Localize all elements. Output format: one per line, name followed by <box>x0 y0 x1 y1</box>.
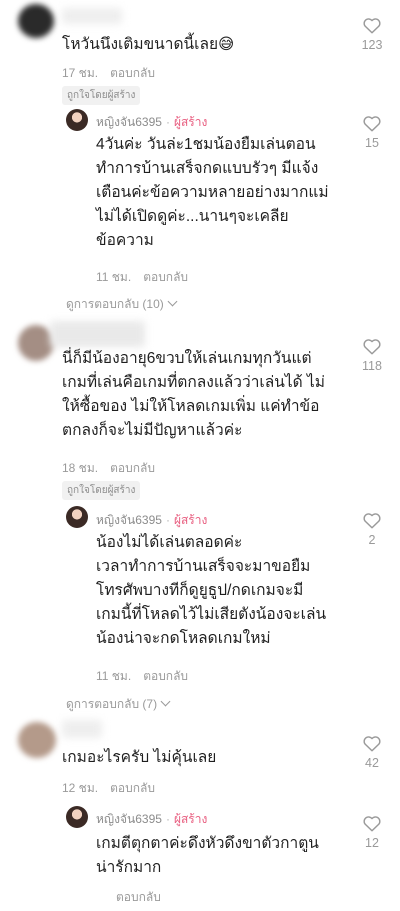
like-count: 15 <box>365 136 379 150</box>
comment-meta: 18 ชม. ตอบกลับ <box>62 459 155 478</box>
reply-text: เกมตีตุกตาค่ะดึงหัวดึงขาตัวกาตูน น่ารักม… <box>96 835 319 876</box>
reply-meta: 11 ชม. ตอบกลับ <box>96 268 188 287</box>
reply-button[interactable]: ตอบกลับ <box>143 669 188 683</box>
separator: · <box>165 812 170 826</box>
timestamp: 11 ชม. <box>96 669 132 683</box>
view-replies-button[interactable]: ดูการตอบกลับ (7) <box>66 695 171 714</box>
avatar[interactable] <box>18 325 54 361</box>
username-blurred <box>50 321 145 347</box>
heart-icon[interactable] <box>362 16 382 34</box>
timestamp: 11 ชม. <box>96 270 132 284</box>
liked-by-creator-badge: ถูกใจโดยผู้สร้าง <box>62 86 141 105</box>
reply-button[interactable]: ตอบกลับ <box>116 890 161 904</box>
comment-3: เกมอะไรครับ ไม่คุ้นเลย 12 ชม. ตอบกลับ 42 … <box>0 716 400 911</box>
creator-avatar[interactable] <box>66 109 88 131</box>
like-count: 42 <box>365 756 379 770</box>
creator-badge: ผู้สร้าง <box>173 115 208 129</box>
creator-badge: ผู้สร้าง <box>173 513 208 527</box>
chevron-down-icon <box>167 296 178 307</box>
creator-badge: ผู้สร้าง <box>173 812 208 826</box>
heart-icon[interactable] <box>362 337 382 355</box>
username-blurred <box>62 8 122 24</box>
chevron-down-icon <box>160 696 171 707</box>
view-replies-label: ดูการตอบกลับ (10) <box>66 297 164 311</box>
view-replies-label: ดูการตอบกลับ (7) <box>66 697 158 711</box>
liked-by-creator-badge: ถูกใจโดยผู้สร้าง <box>62 481 141 500</box>
view-replies-button[interactable]: ดูการตอบกลับ (10) <box>66 295 178 314</box>
comment-meta: 12 ชม. ตอบกลับ <box>62 779 155 798</box>
timestamp: 12 ชม. <box>62 781 99 795</box>
timestamp: 18 ชม. <box>62 461 99 475</box>
reply-username[interactable]: หญิงจัน6395 <box>96 115 162 129</box>
comment-meta: 17 ชม. ตอบกลับ <box>62 64 155 83</box>
reply-header: หญิงจัน6395 · ผู้สร้าง <box>96 113 207 132</box>
avatar[interactable] <box>18 722 56 758</box>
reply-button[interactable]: ตอบกลับ <box>143 270 188 284</box>
reply-text: น้องไม่ได้เล่นตลอดค่ะ เวลาทำการบ้านเสร็จ… <box>96 534 327 647</box>
reply-header: หญิงจัน6395 · ผู้สร้าง <box>96 511 207 530</box>
timestamp: 17 ชม. <box>62 66 99 80</box>
reply-meta: 11 ชม. ตอบกลับ <box>96 667 188 686</box>
reply-meta: ตอบกลับ <box>96 888 161 907</box>
heart-icon[interactable] <box>362 114 382 132</box>
reply-button[interactable]: ตอบกลับ <box>110 66 155 80</box>
like-count: 2 <box>368 533 376 547</box>
separator: · <box>165 513 170 527</box>
comment-text: เกมอะไรครับ ไม่คุ้นเลย <box>62 749 217 766</box>
creator-avatar[interactable] <box>66 506 88 528</box>
comment-2: นี่ก็มีน้องอายุ6ขวบให้เล่นเกมทุกวันแต่ เ… <box>0 315 400 720</box>
reply-username[interactable]: หญิงจัน6395 <box>96 513 162 527</box>
like-count: 123 <box>361 38 383 52</box>
reply-username[interactable]: หญิงจัน6395 <box>96 812 162 826</box>
reply-text: 4วันค่ะ วันล่ะ1ชมน้องยืมเล่นตอน ทำการบ้า… <box>96 136 329 249</box>
avatar[interactable] <box>18 4 54 38</box>
like-count: 12 <box>365 836 379 850</box>
comment-1: โหวันนึงเติมขนาดนี้เลย😅 17 ชม. ตอบกลับ ถู… <box>0 0 400 312</box>
heart-icon[interactable] <box>362 814 382 832</box>
heart-icon[interactable] <box>362 734 382 752</box>
separator: · <box>165 115 170 129</box>
heart-icon[interactable] <box>362 511 382 529</box>
reply-button[interactable]: ตอบกลับ <box>110 461 155 475</box>
reply-header: หญิงจัน6395 · ผู้สร้าง <box>96 810 207 829</box>
creator-avatar[interactable] <box>66 806 88 828</box>
like-count: 118 <box>362 359 382 373</box>
comment-text: โหวันนึงเติมขนาดนี้เลย😅 <box>62 36 235 53</box>
username-blurred <box>62 720 102 738</box>
comment-text: นี่ก็มีน้องอายุ6ขวบให้เล่นเกมทุกวันแต่ เ… <box>62 350 325 439</box>
reply-button[interactable]: ตอบกลับ <box>110 781 155 795</box>
